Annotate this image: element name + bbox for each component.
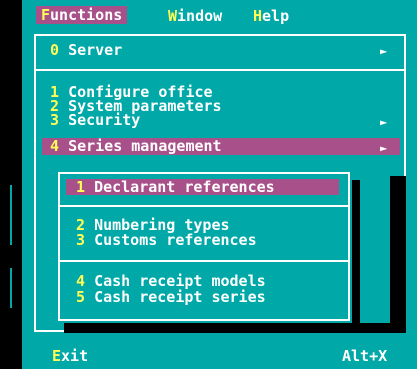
series-management-hotkey: 4 — [50, 137, 60, 155]
cash-receipt-series-label: Cash receipt series — [94, 288, 266, 306]
menu-window-hotkey: W — [168, 7, 178, 25]
menu-functions[interactable]: Functions — [36, 6, 128, 26]
customs-references-hotkey: 3 — [76, 231, 86, 249]
menu-item-server[interactable]: 0 Server — [50, 41, 123, 59]
customs-references-label: Customs references — [94, 231, 257, 249]
server-label: Server — [68, 41, 123, 59]
security-hotkey: 3 — [50, 111, 60, 129]
menu-help-label: elp — [262, 7, 290, 25]
exit-command[interactable]: Exit — [52, 347, 89, 365]
submenu-arrow-icon: ► — [380, 115, 388, 129]
menu-functions-label: unctions — [50, 6, 123, 24]
menu-window-label: indow — [177, 7, 223, 25]
background-line — [10, 268, 12, 308]
series-management-label: Series management — [68, 137, 222, 155]
menu-window[interactable]: Window — [168, 7, 223, 25]
security-label: Security — [68, 111, 141, 129]
submenu-arrow-icon: ► — [380, 44, 388, 58]
submenu-item-cash-receipt-models[interactable]: 4 Cash receipt models — [76, 274, 266, 289]
separator — [60, 205, 348, 207]
server-hotkey: 0 — [50, 41, 60, 59]
submenu-shadow — [390, 176, 406, 328]
cash-receipt-series-hotkey: 5 — [76, 288, 86, 306]
submenu-item-cash-receipt-series[interactable]: 5 Cash receipt series — [76, 288, 266, 306]
separator — [60, 260, 348, 262]
menu-functions-hotkey: F — [41, 6, 51, 24]
declarant-references-hotkey: 1 — [76, 178, 86, 196]
submenu-shadow — [64, 323, 406, 333]
exit-shortcut: Alt+X — [342, 347, 388, 365]
menu-item-security[interactable]: 3 Security — [50, 111, 141, 129]
exit-hotkey: E — [52, 347, 62, 365]
separator — [36, 69, 404, 71]
exit-label: xit — [61, 347, 89, 365]
submenu-arrow-icon: ► — [380, 141, 388, 155]
menu-help[interactable]: Help — [253, 7, 290, 25]
menu-help-hotkey: H — [253, 7, 263, 25]
series-management-text: 4 Series management — [50, 137, 222, 155]
background-line — [10, 185, 12, 245]
declarant-references-text: 1 Declarant references — [76, 178, 275, 196]
declarant-references-label: Declarant references — [94, 178, 275, 196]
submenu-shadow — [352, 180, 360, 325]
submenu-item-customs-references[interactable]: 3 Customs references — [76, 231, 257, 249]
screen-left-edge — [0, 0, 22, 369]
